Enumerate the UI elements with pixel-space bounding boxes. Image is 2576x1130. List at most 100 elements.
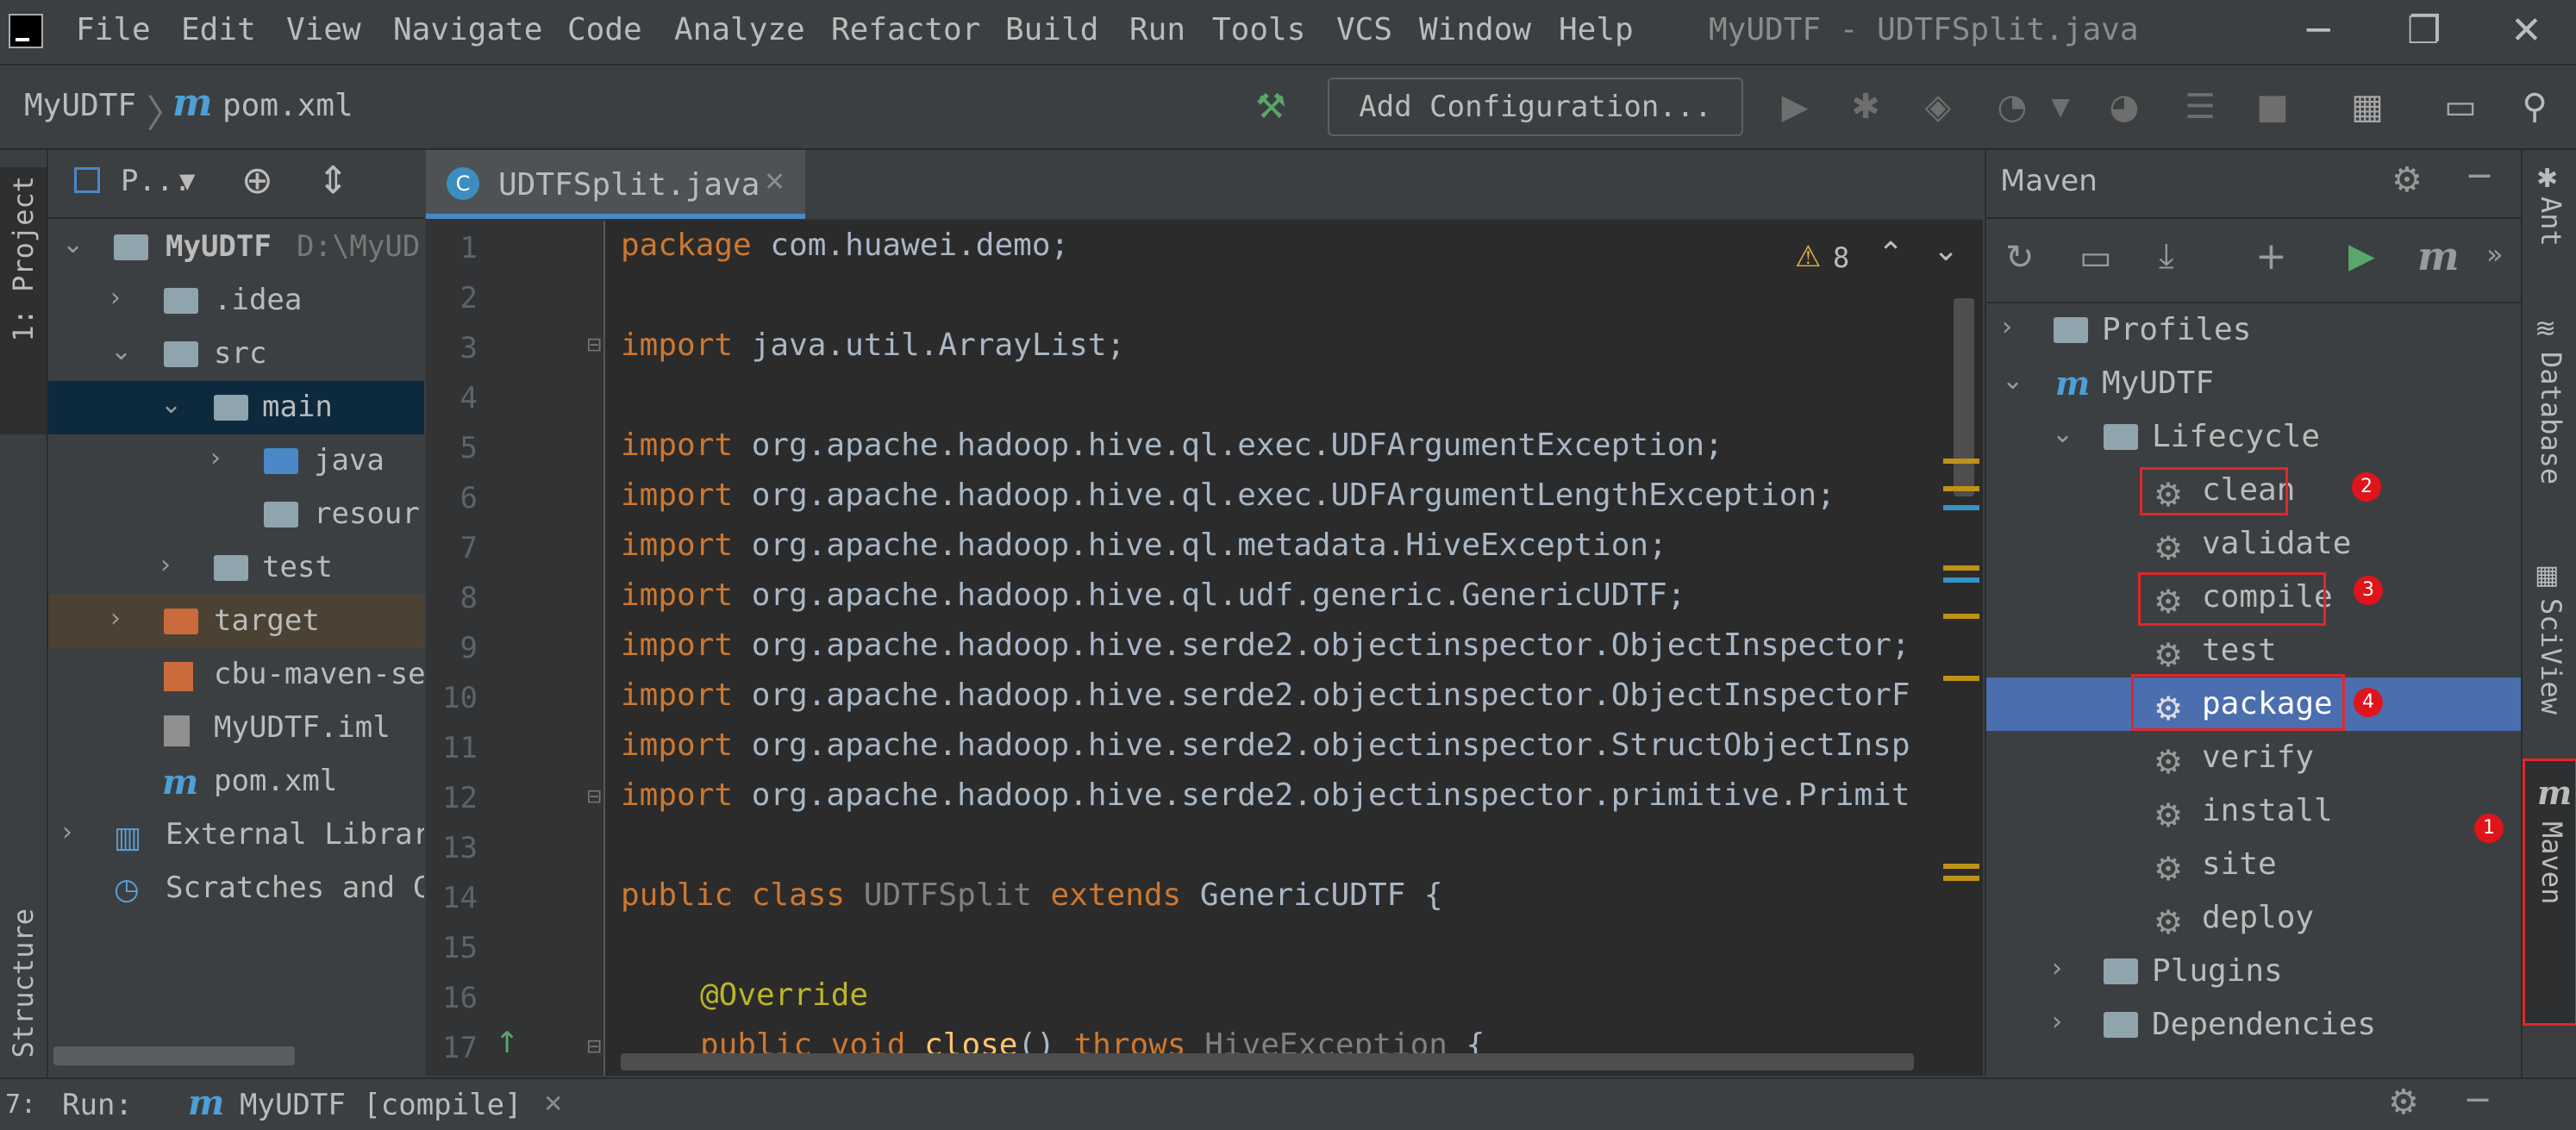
code-editor[interactable]: 1 2 3 4 5 6 7 8 9 10 11 12 13 14 15 16 1… [426, 221, 1983, 1076]
minimize-button[interactable]: ─ [2307, 9, 2330, 53]
profile-icon[interactable]: ◔ [1991, 86, 2033, 128]
tree-item-java[interactable]: › java [48, 434, 424, 488]
tree-item-scratches[interactable]: ◷ Scratches and C [48, 862, 424, 915]
tree-item-resources[interactable]: resour [48, 488, 424, 541]
debug-icon[interactable]: ✱ [1845, 86, 1886, 128]
tab-udtfsplit[interactable]: C UDTFSplit.java ✕ [426, 150, 805, 219]
search-icon[interactable]: ⚲ [2514, 86, 2555, 128]
warning-marker[interactable] [1943, 565, 1979, 571]
menu-file[interactable]: File [76, 12, 151, 47]
tree-item-idea[interactable]: › .idea [48, 274, 424, 328]
close-tab-icon[interactable]: ✕ [764, 167, 785, 197]
previous-highlight-icon[interactable]: ⌃ [1878, 236, 1904, 272]
tree-item-src[interactable]: ⌄ src [48, 328, 424, 381]
restore-button[interactable]: ❐ [2407, 9, 2441, 53]
menu-code[interactable]: Code [567, 12, 642, 47]
tree-item-cbu-maven-settings[interactable]: cbu-maven-se [48, 648, 424, 702]
lifecycle-validate[interactable]: ⚙ validate [1986, 517, 2521, 571]
tree-item-main[interactable]: ⌄ main [48, 381, 424, 434]
chevron-down-icon[interactable]: ▼ [2040, 86, 2081, 128]
reload-icon[interactable]: ↻ [2005, 238, 2035, 278]
run-configurations-icon[interactable]: ☰ [2179, 86, 2221, 128]
tree-item-test[interactable]: › test [48, 541, 424, 595]
maven-item-profiles[interactable]: › Profiles [1986, 303, 2521, 357]
build-hammer-icon[interactable]: ⚒ [1250, 86, 1291, 128]
close-window-button[interactable]: ✕ [2510, 9, 2542, 53]
menu-build[interactable]: Build [1005, 12, 1098, 47]
more-icon[interactable]: » [2486, 238, 2504, 271]
chevron-down-icon[interactable]: ▼ [179, 169, 195, 193]
run-icon[interactable]: ▶ [1774, 86, 1816, 128]
locate-icon[interactable]: ⊕ [241, 159, 273, 203]
tab-ant[interactable]: Ant [2535, 197, 2567, 247]
reimport-folder-icon[interactable]: ▭ [2079, 238, 2112, 278]
warning-marker[interactable] [1943, 876, 1979, 881]
coverage-icon[interactable]: ◈ [1917, 86, 1959, 128]
tree-item-external-libraries[interactable]: › ▥ External Librar [48, 808, 424, 862]
menu-edit[interactable]: Edit [181, 12, 256, 47]
run-config-tab[interactable]: MyUDTF [compile] [240, 1088, 522, 1122]
close-tab-icon[interactable]: ✕ [543, 1089, 563, 1118]
info-marker[interactable] [1943, 577, 1979, 583]
project-structure-icon[interactable]: ▦ [2347, 86, 2388, 128]
warning-count[interactable]: 8 [1833, 241, 1849, 274]
attach-profiler-icon[interactable]: ◕ [2104, 86, 2145, 128]
breadcrumb-project[interactable]: MyUDTF [24, 88, 136, 123]
structure-tab-label[interactable]: Structure [7, 908, 40, 1058]
tree-item-target[interactable]: › target [48, 595, 424, 648]
menu-tools[interactable]: Tools [1212, 12, 1305, 47]
horizontal-scrollbar[interactable] [53, 1046, 295, 1065]
info-marker[interactable] [1943, 505, 1979, 510]
run-maven-icon[interactable]: ▶ [2348, 236, 2375, 276]
breadcrumb-file[interactable]: pom.xml [222, 88, 353, 123]
warning-marker[interactable] [1943, 864, 1979, 869]
tree-item-iml[interactable]: MyUDTF.iml [48, 702, 424, 755]
terminal-icon[interactable]: ▭ [2440, 86, 2481, 128]
menu-view[interactable]: View [286, 12, 361, 47]
add-icon[interactable]: + [2255, 234, 2287, 278]
menu-vcs[interactable]: VCS [1336, 12, 1392, 47]
gear-icon[interactable]: ⚙ [2392, 160, 2423, 200]
maven-tool-tab[interactable]: m Maven [2523, 759, 2576, 1026]
gear-icon[interactable]: ⚙ [2388, 1083, 2419, 1122]
lifecycle-test[interactable]: ⚙ test [1986, 624, 2521, 677]
collapse-all-icon[interactable]: ⇕ [317, 159, 349, 203]
fold-icon[interactable]: ⊟ [586, 1036, 602, 1058]
horizontal-scrollbar[interactable] [621, 1053, 1914, 1071]
tab-sciview[interactable]: SciView [2535, 598, 2567, 715]
menu-help[interactable]: Help [1559, 12, 1634, 47]
fold-icon[interactable]: ⊟ [586, 334, 602, 356]
maven-item-project[interactable]: ⌄ m MyUDTF [1986, 357, 2521, 410]
maven-item-plugins[interactable]: › Plugins [1986, 945, 2521, 998]
warning-marker[interactable] [1943, 459, 1979, 464]
execute-goal-icon[interactable]: m [2417, 233, 2460, 279]
menu-run[interactable]: Run [1129, 12, 1185, 47]
lifecycle-install[interactable]: ⚙ install [1986, 784, 2521, 838]
menu-window[interactable]: Window [1419, 12, 1531, 47]
warning-marker[interactable] [1943, 676, 1979, 681]
vertical-scrollbar[interactable] [1954, 298, 1974, 496]
menu-refactor[interactable]: Refactor [831, 12, 980, 47]
hide-panel-icon[interactable]: ─ [2469, 157, 2490, 197]
tab-database[interactable]: Database [2535, 352, 2567, 484]
maven-item-dependencies[interactable]: › Dependencies [1986, 998, 2521, 1052]
warning-icon[interactable]: ⚠ [1795, 240, 1821, 274]
lifecycle-verify[interactable]: ⚙ verify [1986, 731, 2521, 784]
tree-item-myudtf[interactable]: ⌄ MyUDTF D:\MyUD [48, 221, 424, 274]
maven-item-lifecycle[interactable]: ⌄ Lifecycle [1986, 410, 2521, 464]
lifecycle-deploy[interactable]: ⚙ deploy [1986, 891, 2521, 945]
next-highlight-icon[interactable]: ⌄ [1933, 233, 1959, 268]
project-tool-tab[interactable]: 1: Project [0, 167, 47, 434]
fold-icon[interactable]: ⊟ [586, 786, 602, 808]
tree-item-pom[interactable]: m pom.xml [48, 755, 424, 808]
hide-panel-icon[interactable]: ─ [2467, 1081, 2488, 1121]
warning-marker[interactable] [1943, 614, 1979, 619]
override-marker-icon[interactable]: ↑ [495, 1026, 520, 1060]
menu-analyze[interactable]: Analyze [674, 12, 805, 47]
add-configuration-button[interactable]: Add Configuration... [1328, 78, 1743, 136]
download-icon[interactable]: ⤓ [2159, 236, 2174, 276]
lifecycle-site[interactable]: ⚙ site [1986, 838, 2521, 891]
stop-icon[interactable]: ■ [2252, 86, 2293, 128]
warning-marker[interactable] [1943, 486, 1979, 491]
menu-navigate[interactable]: Navigate [393, 12, 542, 47]
